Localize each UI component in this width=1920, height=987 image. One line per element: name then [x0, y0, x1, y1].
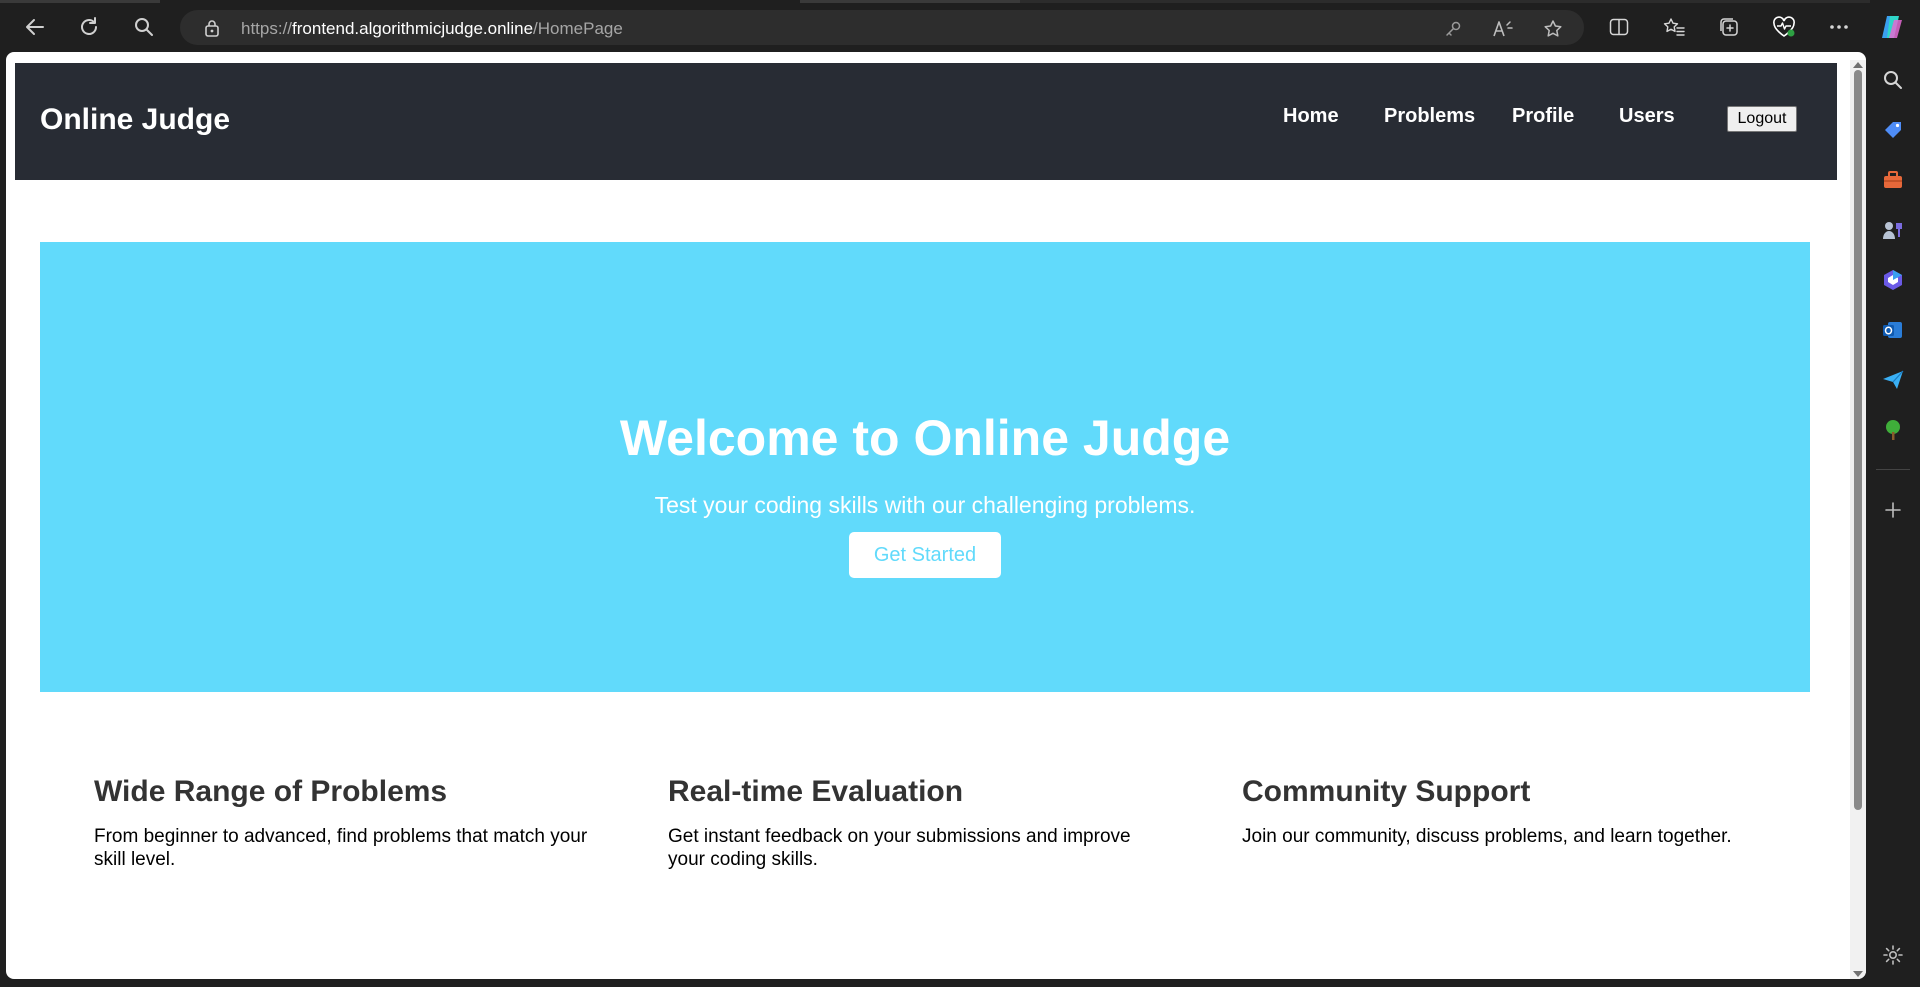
collections-icon[interactable] [1715, 13, 1743, 41]
feature-card: Wide Range of Problems From beginner to … [94, 775, 594, 871]
nav-home-link[interactable]: Home [1283, 105, 1339, 128]
page-scrollbar[interactable] [1850, 60, 1866, 979]
get-started-button[interactable]: Get Started [849, 532, 1001, 578]
send-icon[interactable] [1880, 367, 1906, 393]
sidebar-search-icon[interactable] [1880, 67, 1906, 93]
split-screen-icon[interactable] [1605, 13, 1633, 41]
more-icon[interactable] [1825, 13, 1853, 41]
address-url[interactable]: https://frontend.algorithmicjudge.online… [241, 19, 623, 39]
browser-sidebar [1866, 52, 1920, 987]
outlook-icon[interactable] [1880, 317, 1906, 343]
feature-title: Community Support [1242, 775, 1531, 808]
copilot-icon[interactable] [1878, 13, 1906, 41]
refresh-icon [81, 17, 97, 35]
tools-icon[interactable] [1880, 167, 1906, 193]
add-icon[interactable] [1880, 497, 1906, 523]
hero-subtitle: Test your coding skills with our challen… [654, 492, 1196, 518]
shopping-tag-icon[interactable] [1880, 117, 1906, 143]
site-header: Online Judge Home Problems Profile Users… [15, 63, 1837, 180]
read-aloud-icon[interactable] [1492, 18, 1514, 40]
url-prefix: https:// [241, 19, 293, 38]
favorite-star-icon[interactable] [1542, 18, 1564, 40]
search-icon [135, 18, 153, 36]
hero-section: Welcome to Online Judge Test your coding… [40, 242, 1810, 692]
back-button[interactable] [20, 12, 50, 42]
feature-card: Community Support Join our community, di… [1242, 775, 1802, 848]
tab-strip-edge [1020, 0, 1870, 3]
browser-toolbar: https://frontend.algorithmicjudge.online… [0, 0, 1920, 52]
settings-icon[interactable] [1880, 942, 1906, 968]
hero-title: Welcome to Online Judge [619, 410, 1231, 466]
feature-card: Real-time Evaluation Get instant feedbac… [668, 775, 1168, 871]
key-icon[interactable] [1442, 18, 1464, 40]
scroll-up-arrow[interactable] [1853, 62, 1863, 68]
back-icon [26, 19, 44, 35]
browser-essentials-icon[interactable] [1770, 13, 1798, 41]
nav-users-link[interactable]: Users [1619, 105, 1675, 128]
office-icon[interactable] [1880, 267, 1906, 293]
feature-title: Real-time Evaluation [668, 775, 964, 808]
sidebar-divider [1876, 469, 1910, 470]
favorites-icon[interactable] [1660, 13, 1688, 41]
scrollbar-thumb[interactable] [1854, 70, 1862, 810]
feature-title: Wide Range of Problems [94, 775, 448, 808]
tab-strip-edge [0, 0, 160, 3]
url-path: /HomePage [533, 19, 623, 38]
scroll-down-arrow[interactable] [1853, 971, 1863, 977]
nav-problems-link[interactable]: Problems [1384, 105, 1475, 128]
page-viewport: Online Judge Home Problems Profile Users… [6, 52, 1866, 979]
address-bar[interactable]: https://frontend.algorithmicjudge.online… [180, 10, 1584, 45]
lock-icon[interactable] [204, 19, 220, 42]
tab-strip-edge [800, 0, 1020, 3]
feature-text: Join our community, discuss problems, an… [1242, 826, 1732, 847]
search-button[interactable] [129, 12, 159, 42]
refresh-button[interactable] [74, 12, 104, 42]
url-host: frontend.algorithmicjudge.online [292, 19, 534, 38]
logout-button[interactable]: Logout [1727, 106, 1797, 132]
nav-profile-link[interactable]: Profile [1512, 105, 1574, 128]
feature-text: From beginner to advanced, find problems… [94, 826, 588, 870]
games-icon[interactable] [1880, 217, 1906, 243]
tree-icon[interactable] [1880, 417, 1906, 443]
feature-text: Get instant feedback on your submissions… [668, 826, 1131, 870]
site-brand[interactable]: Online Judge [40, 103, 230, 137]
